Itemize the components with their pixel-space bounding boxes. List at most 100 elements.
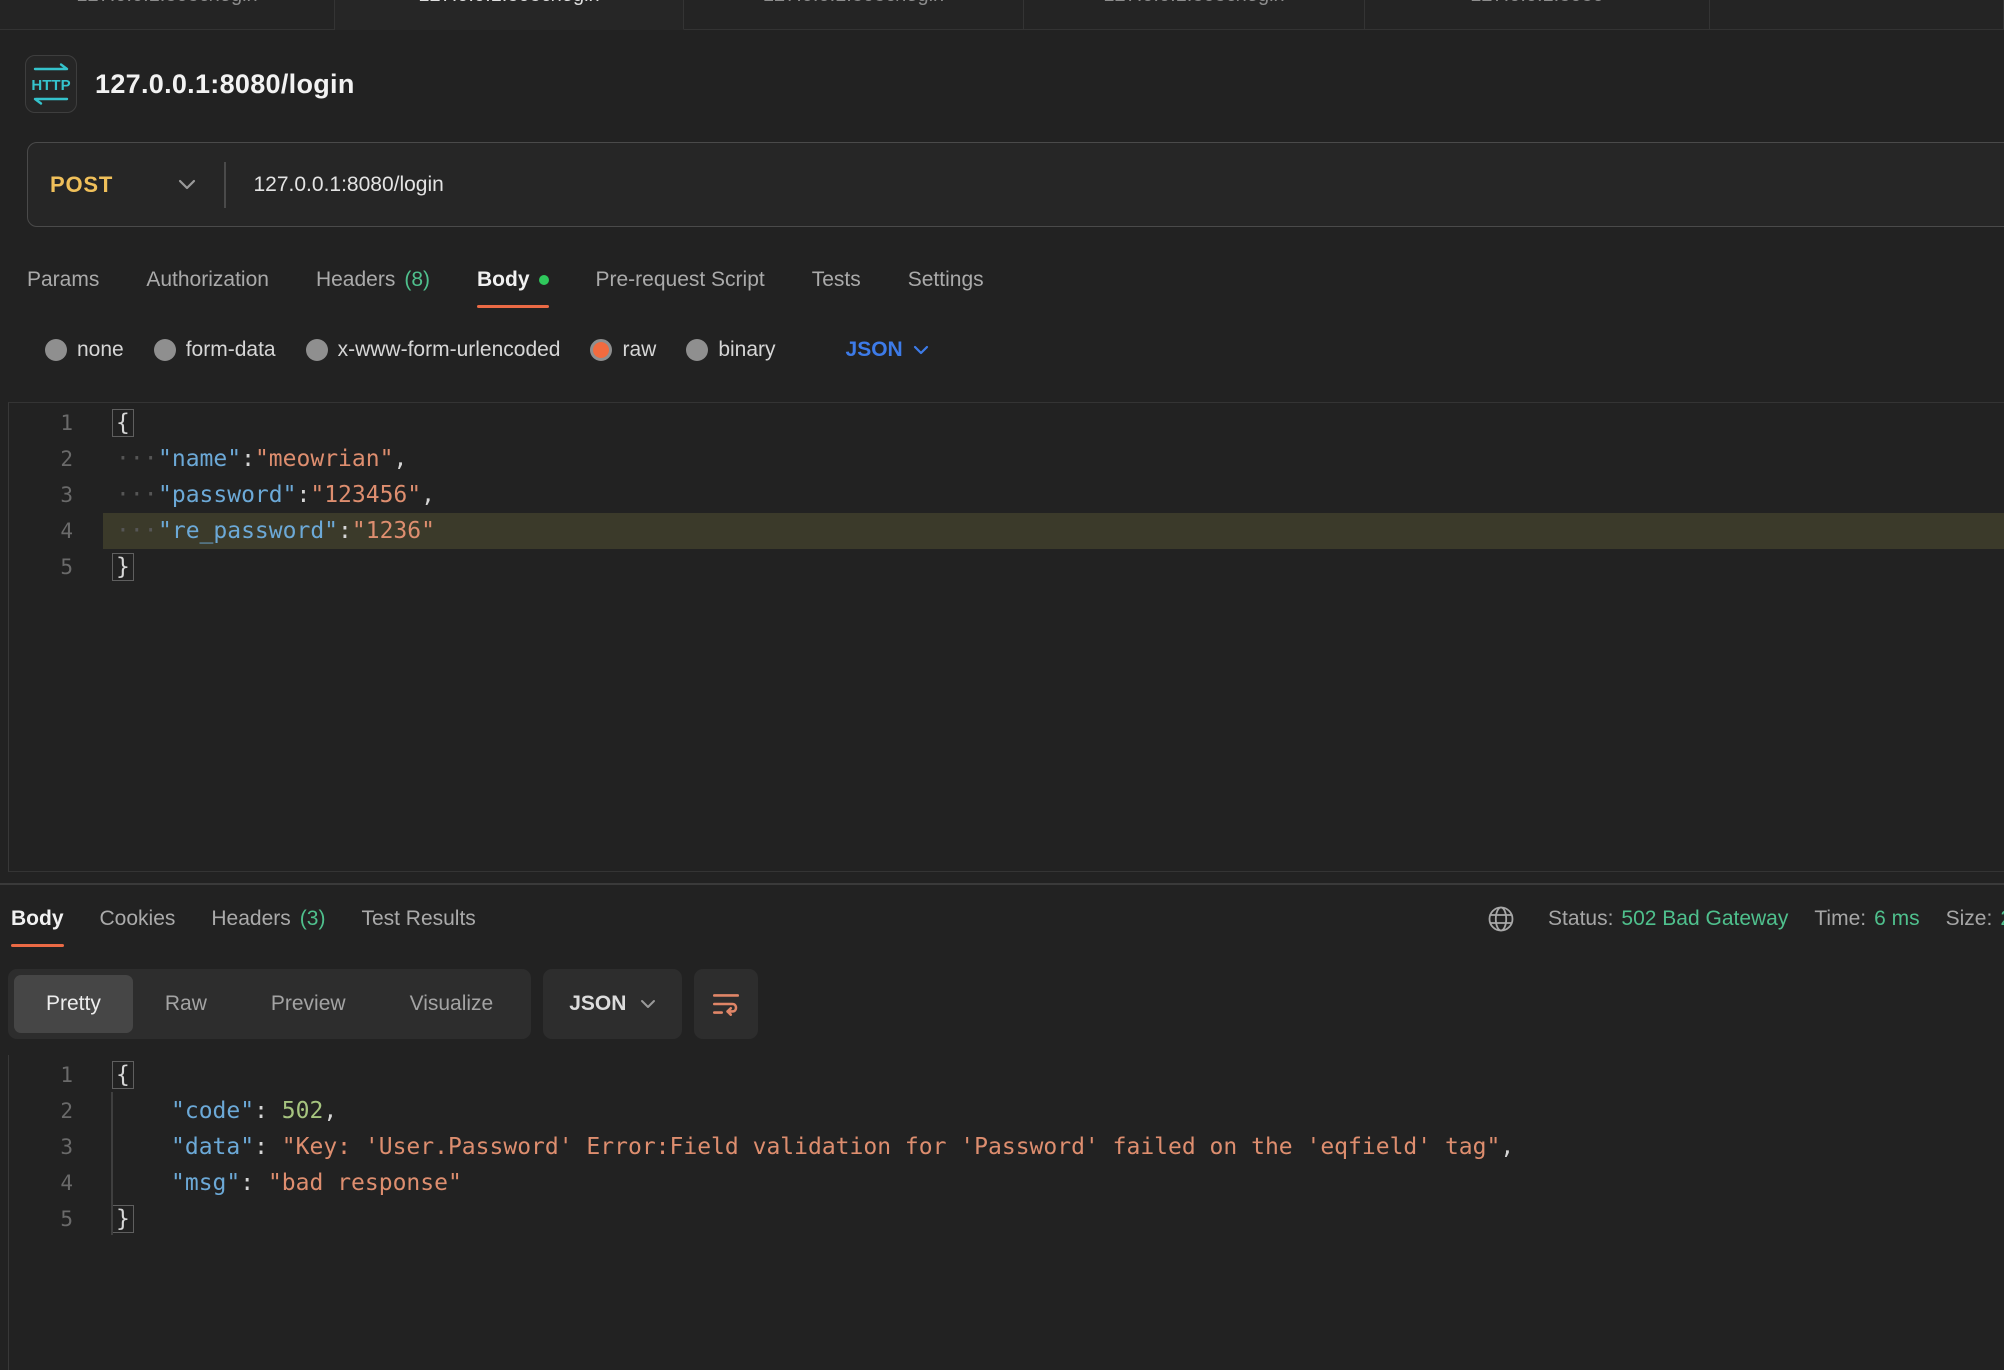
radio-icon <box>686 339 708 361</box>
request-header: HTTP 127.0.0.1:8080/login <box>25 55 355 113</box>
request-tab-body[interactable]: Body <box>477 250 549 310</box>
line-content: } <box>103 549 2004 585</box>
view-mode-visualize[interactable]: Visualize <box>378 975 526 1033</box>
body-mode-label: x-www-form-urlencoded <box>338 338 561 362</box>
response-tabs: Body Cookies Headers(3) Test Results <box>11 884 476 954</box>
response-tab-cookies[interactable]: Cookies <box>100 889 176 949</box>
size-badge[interactable]: Size: 2 <box>1946 907 2004 931</box>
response-body-editor[interactable]: 1{2"code": 502,3"data": "Key: 'User.Pass… <box>8 1055 2004 1370</box>
request-tab-pre-request-script[interactable]: Pre-request Script <box>596 250 765 310</box>
raw-format-dropdown[interactable]: JSON <box>846 338 929 362</box>
token-str: "meowrian" <box>255 446 393 472</box>
tab-label: Body <box>11 907 64 931</box>
response-toolbar: PrettyRawPreviewVisualize JSON <box>8 969 758 1039</box>
view-mode-pretty[interactable]: Pretty <box>14 975 133 1033</box>
code-line[interactable]: 1{ <box>9 1057 2004 1093</box>
window-tab-label: 127.0.0.1:8080 <box>1470 0 1603 7</box>
whitespace-dots: ··· <box>116 518 158 544</box>
token-punct: : <box>296 482 310 508</box>
window-tab-label: 127.0.0.1:8080/login <box>763 0 944 7</box>
time-badge[interactable]: Time: 6 ms <box>1814 907 1919 931</box>
token-key: "code" <box>171 1098 254 1124</box>
line-content: } <box>103 1201 2004 1237</box>
body-mode-x-www-form-urlencoded[interactable]: x-www-form-urlencoded <box>306 338 561 362</box>
svg-text:HTTP: HTTP <box>31 77 70 94</box>
code-line[interactable]: 5} <box>9 1201 2004 1237</box>
code-line[interactable]: 3"data": "Key: 'User.Password' Error:Fie… <box>9 1129 2004 1165</box>
token-str: "bad response" <box>268 1170 462 1196</box>
response-tab-test-results[interactable]: Test Results <box>361 889 475 949</box>
status-badge[interactable]: Status: 502 Bad Gateway <box>1548 907 1788 931</box>
request-tab-settings[interactable]: Settings <box>908 250 984 310</box>
http-method-icon: HTTP <box>25 55 77 113</box>
view-mode-raw[interactable]: Raw <box>133 975 239 1033</box>
view-mode-switcher: PrettyRawPreviewVisualize <box>8 969 531 1039</box>
line-content: { <box>103 1057 2004 1093</box>
token-punct: { <box>112 1061 134 1089</box>
tab-label: Test Results <box>361 907 475 931</box>
request-tab-authorization[interactable]: Authorization <box>146 250 269 310</box>
line-content: "msg": "bad response" <box>103 1165 2004 1201</box>
window-tab[interactable]: 127.0.0.1:8080/login <box>684 0 1024 30</box>
body-mode-label: raw <box>622 338 656 362</box>
body-mode-none[interactable]: none <box>45 338 124 362</box>
code-line[interactable]: 5} <box>9 549 2004 585</box>
token-punct: : <box>254 1134 282 1160</box>
method-selector[interactable]: POST <box>28 172 178 198</box>
token-str: "Key: 'User.Password' Error:Field valida… <box>282 1134 1501 1160</box>
globe-icon[interactable] <box>1486 904 1516 934</box>
body-mode-raw[interactable]: raw <box>590 338 656 362</box>
request-tab-headers[interactable]: Headers (8) <box>316 250 430 310</box>
token-key: "msg" <box>171 1170 240 1196</box>
token-punct: , <box>421 482 435 508</box>
request-tab-params[interactable]: Params <box>27 250 99 310</box>
postman-window: 127.0.0.1:8080/login 127.0.0.1:8080/login… <box>0 0 2004 1370</box>
window-tab-label: 127.0.0.1:8080/login <box>418 0 599 7</box>
code-line[interactable]: 1{ <box>9 405 2004 441</box>
window-tab-strip: 127.0.0.1:8080/login 127.0.0.1:8080/login… <box>0 0 2004 30</box>
window-tab[interactable]: 127.0.0.1:8080/login <box>335 0 684 30</box>
tab-label: Settings <box>908 268 984 292</box>
response-meta: Status: 502 Bad Gateway Time: 6 ms Size:… <box>1486 884 2004 954</box>
window-tab[interactable]: 127.0.0.1:8080/login <box>0 0 335 30</box>
view-mode-preview[interactable]: Preview <box>239 975 378 1033</box>
token-punct: , <box>393 446 407 472</box>
tab-label: Headers <box>316 268 395 292</box>
response-tab-body[interactable]: Body <box>11 889 64 949</box>
wrap-text-button[interactable] <box>694 969 758 1039</box>
line-content: ···"password":"123456", <box>103 477 2004 513</box>
token-punct: : <box>254 1098 282 1124</box>
whitespace-dots: ··· <box>116 446 158 472</box>
body-mode-label: form-data <box>186 338 276 362</box>
code-line[interactable]: 4"msg": "bad response" <box>9 1165 2004 1201</box>
body-mode-label: binary <box>718 338 775 362</box>
tab-label: Pre-request Script <box>596 268 765 292</box>
body-mode-binary[interactable]: binary <box>686 338 775 362</box>
response-format-dropdown[interactable]: JSON <box>543 969 682 1039</box>
request-body-editor[interactable]: 1{2···"name":"meowrian",3···"password":"… <box>8 402 2004 872</box>
tab-count: (8) <box>404 268 430 292</box>
radio-icon <box>590 339 612 361</box>
token-key: "data" <box>171 1134 254 1160</box>
wrap-text-icon <box>710 988 742 1020</box>
window-tab[interactable] <box>1710 0 2004 30</box>
request-tab-tests[interactable]: Tests <box>812 250 861 310</box>
code-line[interactable]: 2···"name":"meowrian", <box>9 441 2004 477</box>
window-tab-label: 127.0.0.1:8080/login <box>76 0 257 7</box>
url-input[interactable]: 127.0.0.1:8080/login <box>226 173 444 197</box>
code-line[interactable]: 4···"re_password":"1236" <box>9 513 2004 549</box>
code-line[interactable]: 2"code": 502, <box>9 1093 2004 1129</box>
tab-label: Cookies <box>100 907 176 931</box>
line-number: 1 <box>9 1063 73 1087</box>
token-punct: : <box>241 446 255 472</box>
line-content: "code": 502, <box>103 1093 2004 1129</box>
window-tab[interactable]: 127.0.0.1:8080/login <box>1024 0 1365 30</box>
chevron-down-icon <box>913 345 929 356</box>
response-tab-headers[interactable]: Headers(3) <box>211 889 325 949</box>
line-number: 4 <box>9 519 73 543</box>
body-mode-form-data[interactable]: form-data <box>154 338 276 362</box>
tab-label: Tests <box>812 268 861 292</box>
code-line[interactable]: 3···"password":"123456", <box>9 477 2004 513</box>
chevron-down-icon[interactable] <box>178 179 196 191</box>
window-tab[interactable]: 127.0.0.1:8080 <box>1365 0 1710 30</box>
